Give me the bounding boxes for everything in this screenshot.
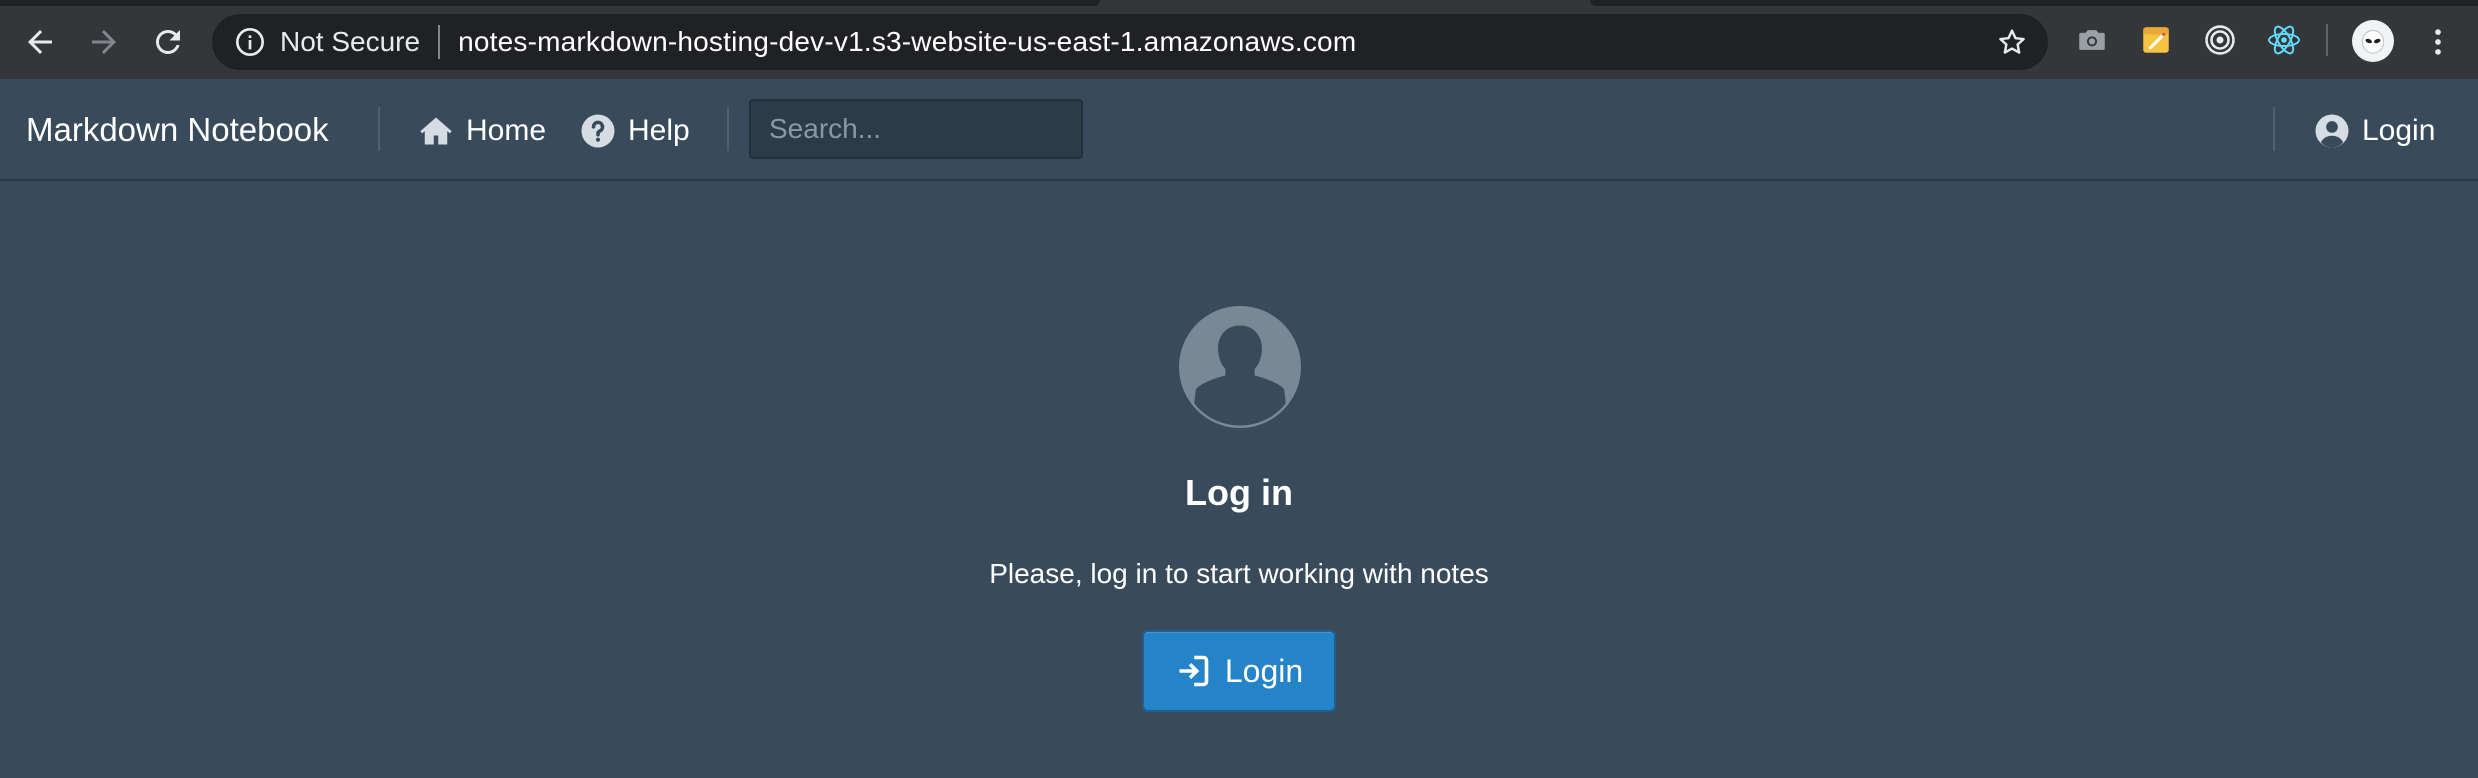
nav-home-link[interactable]: Home xyxy=(418,109,546,153)
url-text[interactable]: notes-markdown-hosting-dev-v1.s3-website… xyxy=(458,26,1356,58)
browser-toolbar: Not Secure notes-markdown-hosting-dev-v1… xyxy=(0,0,2478,79)
kebab-menu-icon[interactable] xyxy=(2420,22,2456,62)
nav-help-label: Help xyxy=(628,114,690,147)
forward-button[interactable] xyxy=(80,18,128,66)
nav-help-link[interactable]: Help xyxy=(580,109,690,153)
user-avatar-icon xyxy=(1179,306,1301,428)
toolbar-divider xyxy=(2326,24,2328,56)
nav-home-label: Home xyxy=(466,114,547,147)
profile-avatar-icon[interactable] xyxy=(2352,20,2394,62)
info-icon[interactable] xyxy=(232,24,268,60)
login-button-label: Login xyxy=(1224,652,1304,689)
app-navbar: Markdown Notebook Home Help Login xyxy=(0,79,2478,181)
navbar-divider xyxy=(378,107,380,151)
tab-strip-edge xyxy=(1590,0,2478,6)
address-bar[interactable]: Not Secure notes-markdown-hosting-dev-v1… xyxy=(212,14,2048,70)
nav-login-link[interactable]: Login xyxy=(2314,109,2435,153)
brand-title[interactable]: Markdown Notebook xyxy=(26,111,329,149)
help-icon xyxy=(581,114,615,148)
target-icon[interactable] xyxy=(2200,20,2240,60)
login-message: Please, log in to start working with not… xyxy=(989,558,1489,589)
login-heading: Log in xyxy=(1185,472,1293,513)
sign-in-icon xyxy=(1179,655,1209,687)
react-icon[interactable] xyxy=(2264,20,2304,60)
star-icon[interactable] xyxy=(1994,24,2030,60)
navbar-divider xyxy=(2273,107,2275,151)
back-button[interactable] xyxy=(16,18,64,66)
navbar-divider xyxy=(727,107,729,151)
notes-extension-icon[interactable] xyxy=(2136,20,2176,60)
login-button[interactable]: Login xyxy=(1142,630,1336,712)
search-input[interactable] xyxy=(749,99,1083,159)
user-circle-icon xyxy=(2315,114,2349,148)
camera-icon[interactable] xyxy=(2072,20,2112,60)
security-status[interactable]: Not Secure xyxy=(280,26,420,58)
back-arrow-icon xyxy=(28,30,52,54)
home-icon xyxy=(420,117,452,145)
forward-arrow-icon xyxy=(92,30,116,54)
reload-button[interactable] xyxy=(144,18,192,66)
omnibox-divider xyxy=(438,25,441,59)
tab-strip-edge xyxy=(0,0,1100,6)
nav-login-label: Login xyxy=(2362,114,2436,147)
reload-icon xyxy=(155,29,180,54)
